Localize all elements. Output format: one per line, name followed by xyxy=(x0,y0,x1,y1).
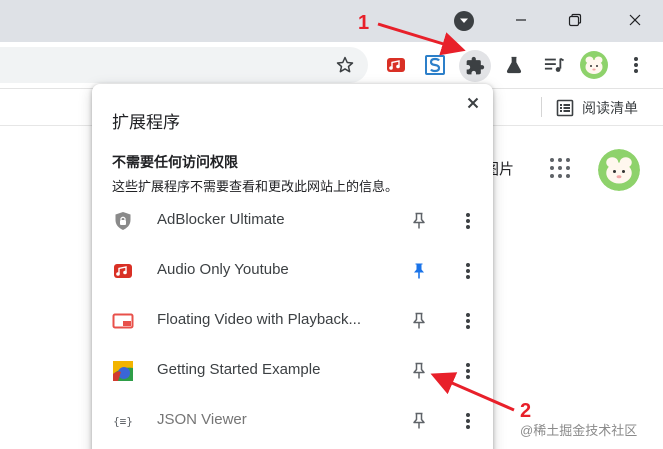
extension-more-button[interactable] xyxy=(458,360,478,382)
tab-search-button[interactable] xyxy=(454,11,474,31)
browser-screen: 阅读清单 图片 扩展程序 不需要任何访问权限 这些扩展程序不需要查看和更改此网站… xyxy=(0,0,663,449)
apps-dot xyxy=(558,174,562,178)
json-braces-icon: {≡} xyxy=(112,410,134,432)
apps-dot xyxy=(550,174,554,178)
color-square-icon xyxy=(112,360,134,382)
restore-button[interactable] xyxy=(560,6,590,34)
reading-list-label: 阅读清单 xyxy=(582,100,638,116)
profile-avatar-button[interactable] xyxy=(580,51,608,79)
close-icon xyxy=(629,14,641,26)
apps-dot xyxy=(566,166,570,170)
extensions-popup: 扩展程序 不需要任何访问权限 这些扩展程序不需要查看和更改此网站上的信息。 Ad… xyxy=(92,84,493,449)
bookmarks-separator xyxy=(541,97,542,117)
google-apps-button[interactable] xyxy=(550,158,570,178)
close-window-button[interactable] xyxy=(620,6,650,34)
apps-dot xyxy=(558,166,562,170)
title-bar xyxy=(0,0,663,42)
extensions-puzzle-icon xyxy=(466,56,485,75)
more-vert-icon xyxy=(634,57,638,73)
more-vert-icon xyxy=(466,313,470,329)
extension-name: Getting Started Example xyxy=(157,361,321,378)
pin-icon xyxy=(413,412,425,429)
extension-more-button[interactable] xyxy=(458,260,478,282)
extension-name: Audio Only Youtube xyxy=(157,261,289,278)
extension-name: AdBlocker Ultimate xyxy=(157,211,285,228)
shield-icon xyxy=(112,210,134,232)
audio-only-extension-button[interactable] xyxy=(382,51,410,79)
extension-row-getting-started[interactable]: Getting Started Example xyxy=(92,346,493,396)
s-extension-icon xyxy=(425,55,445,75)
chevron-down-icon xyxy=(460,18,468,23)
pin-icon xyxy=(413,212,425,229)
minimize-button[interactable] xyxy=(506,6,536,34)
svg-text:{≡}: {≡} xyxy=(113,415,133,428)
popup-title: 扩展程序 xyxy=(112,113,180,132)
apps-dot xyxy=(566,158,570,162)
pin-button[interactable] xyxy=(408,410,430,432)
extension-more-button[interactable] xyxy=(458,310,478,332)
extension-more-button[interactable] xyxy=(458,410,478,432)
s-extension-button[interactable] xyxy=(421,51,449,79)
minimize-icon xyxy=(516,19,526,21)
apps-dot xyxy=(550,166,554,170)
pin-button[interactable] xyxy=(408,360,430,382)
browser-toolbar xyxy=(0,42,663,89)
extension-name: Floating Video with Playback... xyxy=(157,311,362,328)
more-vert-icon xyxy=(466,263,470,279)
extension-row-json-viewer[interactable]: {≡} JSON Viewer xyxy=(92,396,493,446)
address-bar[interactable] xyxy=(0,47,368,83)
reading-list-button[interactable]: 阅读清单 xyxy=(556,98,638,118)
close-icon xyxy=(467,97,479,109)
profile-avatar xyxy=(598,149,640,191)
pin-icon xyxy=(413,312,425,329)
profile-avatar xyxy=(580,51,608,79)
more-vert-icon xyxy=(466,213,470,229)
extensions-button[interactable] xyxy=(459,50,491,82)
apps-dot xyxy=(550,158,554,162)
pin-button[interactable] xyxy=(408,310,430,332)
extension-more-button[interactable] xyxy=(458,210,478,232)
extension-row-adblocker[interactable]: AdBlocker Ultimate xyxy=(92,196,493,246)
more-vert-icon xyxy=(466,413,470,429)
labs-flask-icon xyxy=(506,56,522,74)
browser-menu-button[interactable] xyxy=(622,51,650,79)
page-profile-avatar[interactable] xyxy=(598,149,640,191)
media-control-icon xyxy=(544,57,564,72)
pin-button[interactable] xyxy=(408,210,430,232)
popup-close-button[interactable] xyxy=(463,93,483,113)
extension-row-floating-video[interactable]: Floating Video with Playback... xyxy=(92,296,493,346)
reading-list-icon xyxy=(556,99,574,117)
section-heading: 不需要任何访问权限 xyxy=(112,154,238,170)
restore-icon xyxy=(568,13,582,27)
more-vert-icon xyxy=(466,363,470,379)
apps-dot xyxy=(566,174,570,178)
bookmark-star-button[interactable] xyxy=(331,51,359,79)
bookmark-star-icon xyxy=(336,56,354,73)
extension-name: JSON Viewer xyxy=(157,411,247,428)
labs-button[interactable] xyxy=(500,51,528,79)
watermark: @稀土掘金技术社区 xyxy=(520,423,638,438)
apps-dot xyxy=(558,158,562,162)
pin-filled-icon xyxy=(414,263,424,279)
section-description: 这些扩展程序不需要查看和更改此网站上的信息。 xyxy=(112,179,399,194)
pin-icon xyxy=(413,362,425,379)
audio-only-extension-icon xyxy=(387,58,405,72)
media-control-button[interactable] xyxy=(540,51,568,79)
audio-only-icon xyxy=(112,260,134,282)
pin-button-active[interactable] xyxy=(408,260,430,282)
annotation-label-1: 1 xyxy=(358,12,370,34)
floating-video-icon xyxy=(112,310,134,332)
extension-row-audio-only[interactable]: Audio Only Youtube xyxy=(92,246,493,296)
